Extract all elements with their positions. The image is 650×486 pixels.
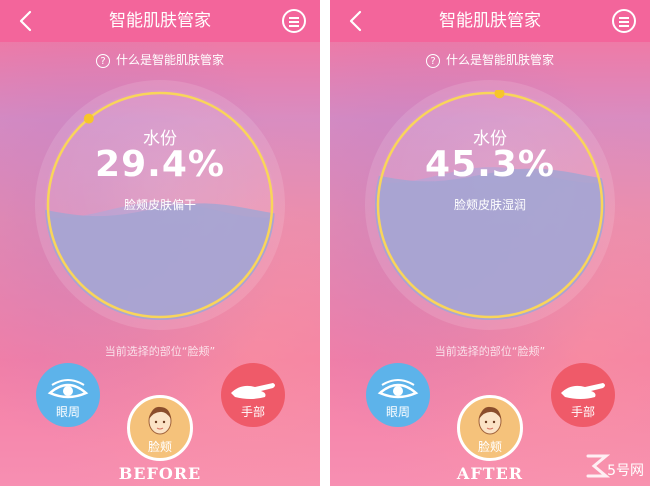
help-link[interactable]: ? 什么是智能肌肤管家 <box>330 50 650 70</box>
selected-area-text: 当前选择的部位“脸颊” <box>104 345 216 358</box>
panel-divider <box>320 0 330 486</box>
gauge-indicator-dot <box>83 113 94 124</box>
help-text: 什么是智能肌肤管家 <box>115 53 224 67</box>
eye-zone-button[interactable]: 眼周 <box>36 363 100 427</box>
hand-zone-button[interactable]: 手部 <box>221 363 285 427</box>
help-text: 什么是智能肌肤管家 <box>445 53 554 67</box>
gauge-indicator-dot <box>494 90 505 99</box>
face-zone-button[interactable]: 脸颊 <box>457 395 523 461</box>
moisture-gauge: 水份 29.4% 脸颊皮肤偏干 <box>35 80 285 330</box>
face-zone-label: 脸颊 <box>147 440 172 454</box>
site-watermark: 5号网 <box>584 452 644 482</box>
metric-status: 脸颊皮肤湿润 <box>453 198 526 212</box>
menu-icon[interactable] <box>282 9 306 33</box>
eye-zone-label: 眼周 <box>385 405 410 419</box>
face-icon <box>478 406 502 435</box>
menu-icon[interactable] <box>612 9 636 33</box>
eye-zone-label: 眼周 <box>55 405 80 419</box>
before-panel: 智能肌肤管家 ? 什么是智能肌肤管家 水份 29.4% 脸颊皮肤偏干 当前选择的部… <box>0 0 320 486</box>
face-icon <box>148 406 172 435</box>
selected-area-text: 当前选择的部位“脸颊” <box>434 345 546 358</box>
watermark-text: 5号网 <box>607 463 644 479</box>
page-title: 智能肌肤管家 <box>439 11 541 31</box>
metric-value: 45.3% <box>425 144 555 185</box>
page-title: 智能肌肤管家 <box>109 11 211 31</box>
face-zone-button[interactable]: 脸颊 <box>127 395 193 461</box>
eye-zone-button[interactable]: 眼周 <box>366 363 430 427</box>
header-bar: 智能肌肤管家 <box>0 0 320 42</box>
hand-zone-button[interactable]: 手部 <box>551 363 615 427</box>
hand-zone-label: 手部 <box>240 405 265 419</box>
help-icon: ? <box>95 53 110 68</box>
hand-zone-label: 手部 <box>570 405 595 419</box>
face-zone-label: 脸颊 <box>477 440 502 454</box>
help-link[interactable]: ? 什么是智能肌肤管家 <box>0 50 320 70</box>
before-caption: BEFORE <box>118 464 202 483</box>
after-panel: 智能肌肤管家 ? 什么是智能肌肤管家 水份 45.3% 脸颊皮肤湿润 当前选择的部… <box>330 0 650 486</box>
header-bar: 智能肌肤管家 <box>330 0 650 42</box>
metric-value: 29.4% <box>95 144 225 185</box>
moisture-gauge: 水份 45.3% 脸颊皮肤湿润 <box>365 80 615 330</box>
metric-status: 脸颊皮肤偏干 <box>123 198 196 212</box>
help-icon: ? <box>425 53 440 68</box>
